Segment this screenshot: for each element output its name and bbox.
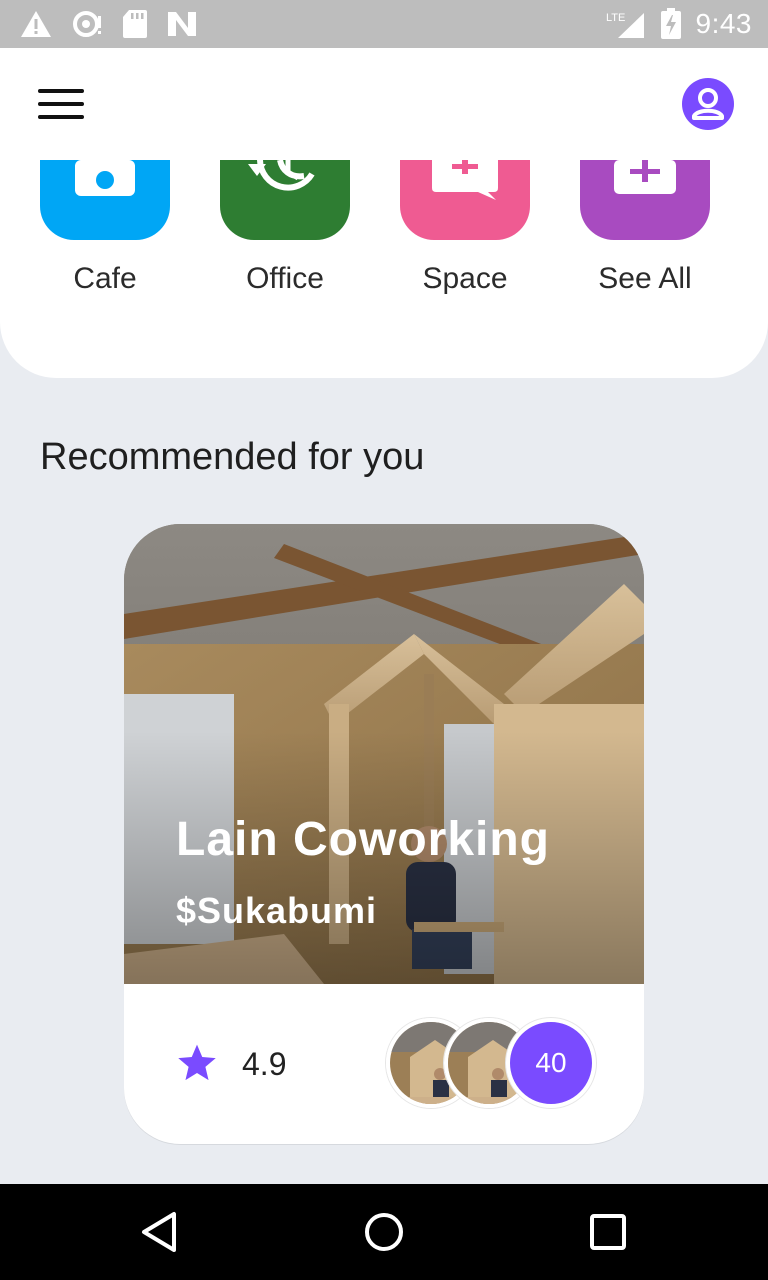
space-tile	[400, 160, 530, 240]
card-subtitle: $Sukabumi	[176, 890, 378, 931]
category-space[interactable]: Space	[390, 160, 540, 296]
category-office[interactable]: Office	[210, 160, 360, 296]
cafe-tile	[40, 160, 170, 240]
account-circle-icon	[692, 88, 724, 120]
office-tile	[220, 160, 350, 240]
sd-card-icon	[123, 10, 147, 38]
section-title: Recommended for you	[40, 436, 425, 478]
category-label: Office	[246, 262, 324, 295]
visitor-avatars: 40	[386, 1018, 606, 1108]
n-logo-icon	[168, 12, 196, 36]
cafe-icon	[75, 160, 135, 196]
space-chat-icon	[432, 160, 498, 200]
card-footer: 4.9 40	[124, 984, 644, 1144]
sync-icon	[73, 11, 101, 37]
category-label: Space	[422, 262, 508, 295]
card-image: Lain Coworking $Sukabumi	[124, 524, 644, 984]
rating-value: 4.9	[242, 1046, 287, 1082]
hamburger-icon	[38, 89, 84, 93]
category-see-all[interactable]: See All	[570, 160, 720, 296]
see-all-icon	[614, 160, 676, 194]
recommendation-card[interactable]: Lain Coworking $Sukabumi 4.9 40	[124, 524, 644, 1144]
status-right-icons: LTE 9:43	[606, 8, 753, 40]
network-label: LTE	[606, 12, 625, 24]
menu-button[interactable]	[38, 82, 94, 126]
navigation-bar	[0, 1184, 768, 1280]
recents-icon[interactable]	[584, 1208, 632, 1256]
top-panel: Cafe Office Space See All	[0, 48, 768, 378]
profile-button[interactable]	[682, 78, 734, 130]
home-icon[interactable]	[360, 1208, 408, 1256]
status-bar: LTE 9:43	[0, 0, 768, 48]
signal-icon: LTE	[606, 12, 644, 38]
status-left-icons	[20, 8, 198, 40]
clock: 9:43	[695, 8, 752, 39]
category-list: Cafe Office Space See All	[0, 160, 768, 310]
card-title: Lain Coworking	[176, 813, 550, 866]
more-visitors-count[interactable]: 40	[506, 1018, 596, 1108]
category-label: See All	[598, 262, 692, 295]
office-clock-icon	[248, 160, 315, 191]
warning-icon	[21, 11, 51, 37]
back-icon[interactable]	[136, 1208, 184, 1256]
category-label: Cafe	[73, 262, 137, 295]
category-cafe[interactable]: Cafe	[30, 160, 180, 296]
star-icon	[178, 1044, 216, 1081]
see-all-tile	[580, 160, 710, 240]
battery-charging-icon	[660, 8, 681, 39]
